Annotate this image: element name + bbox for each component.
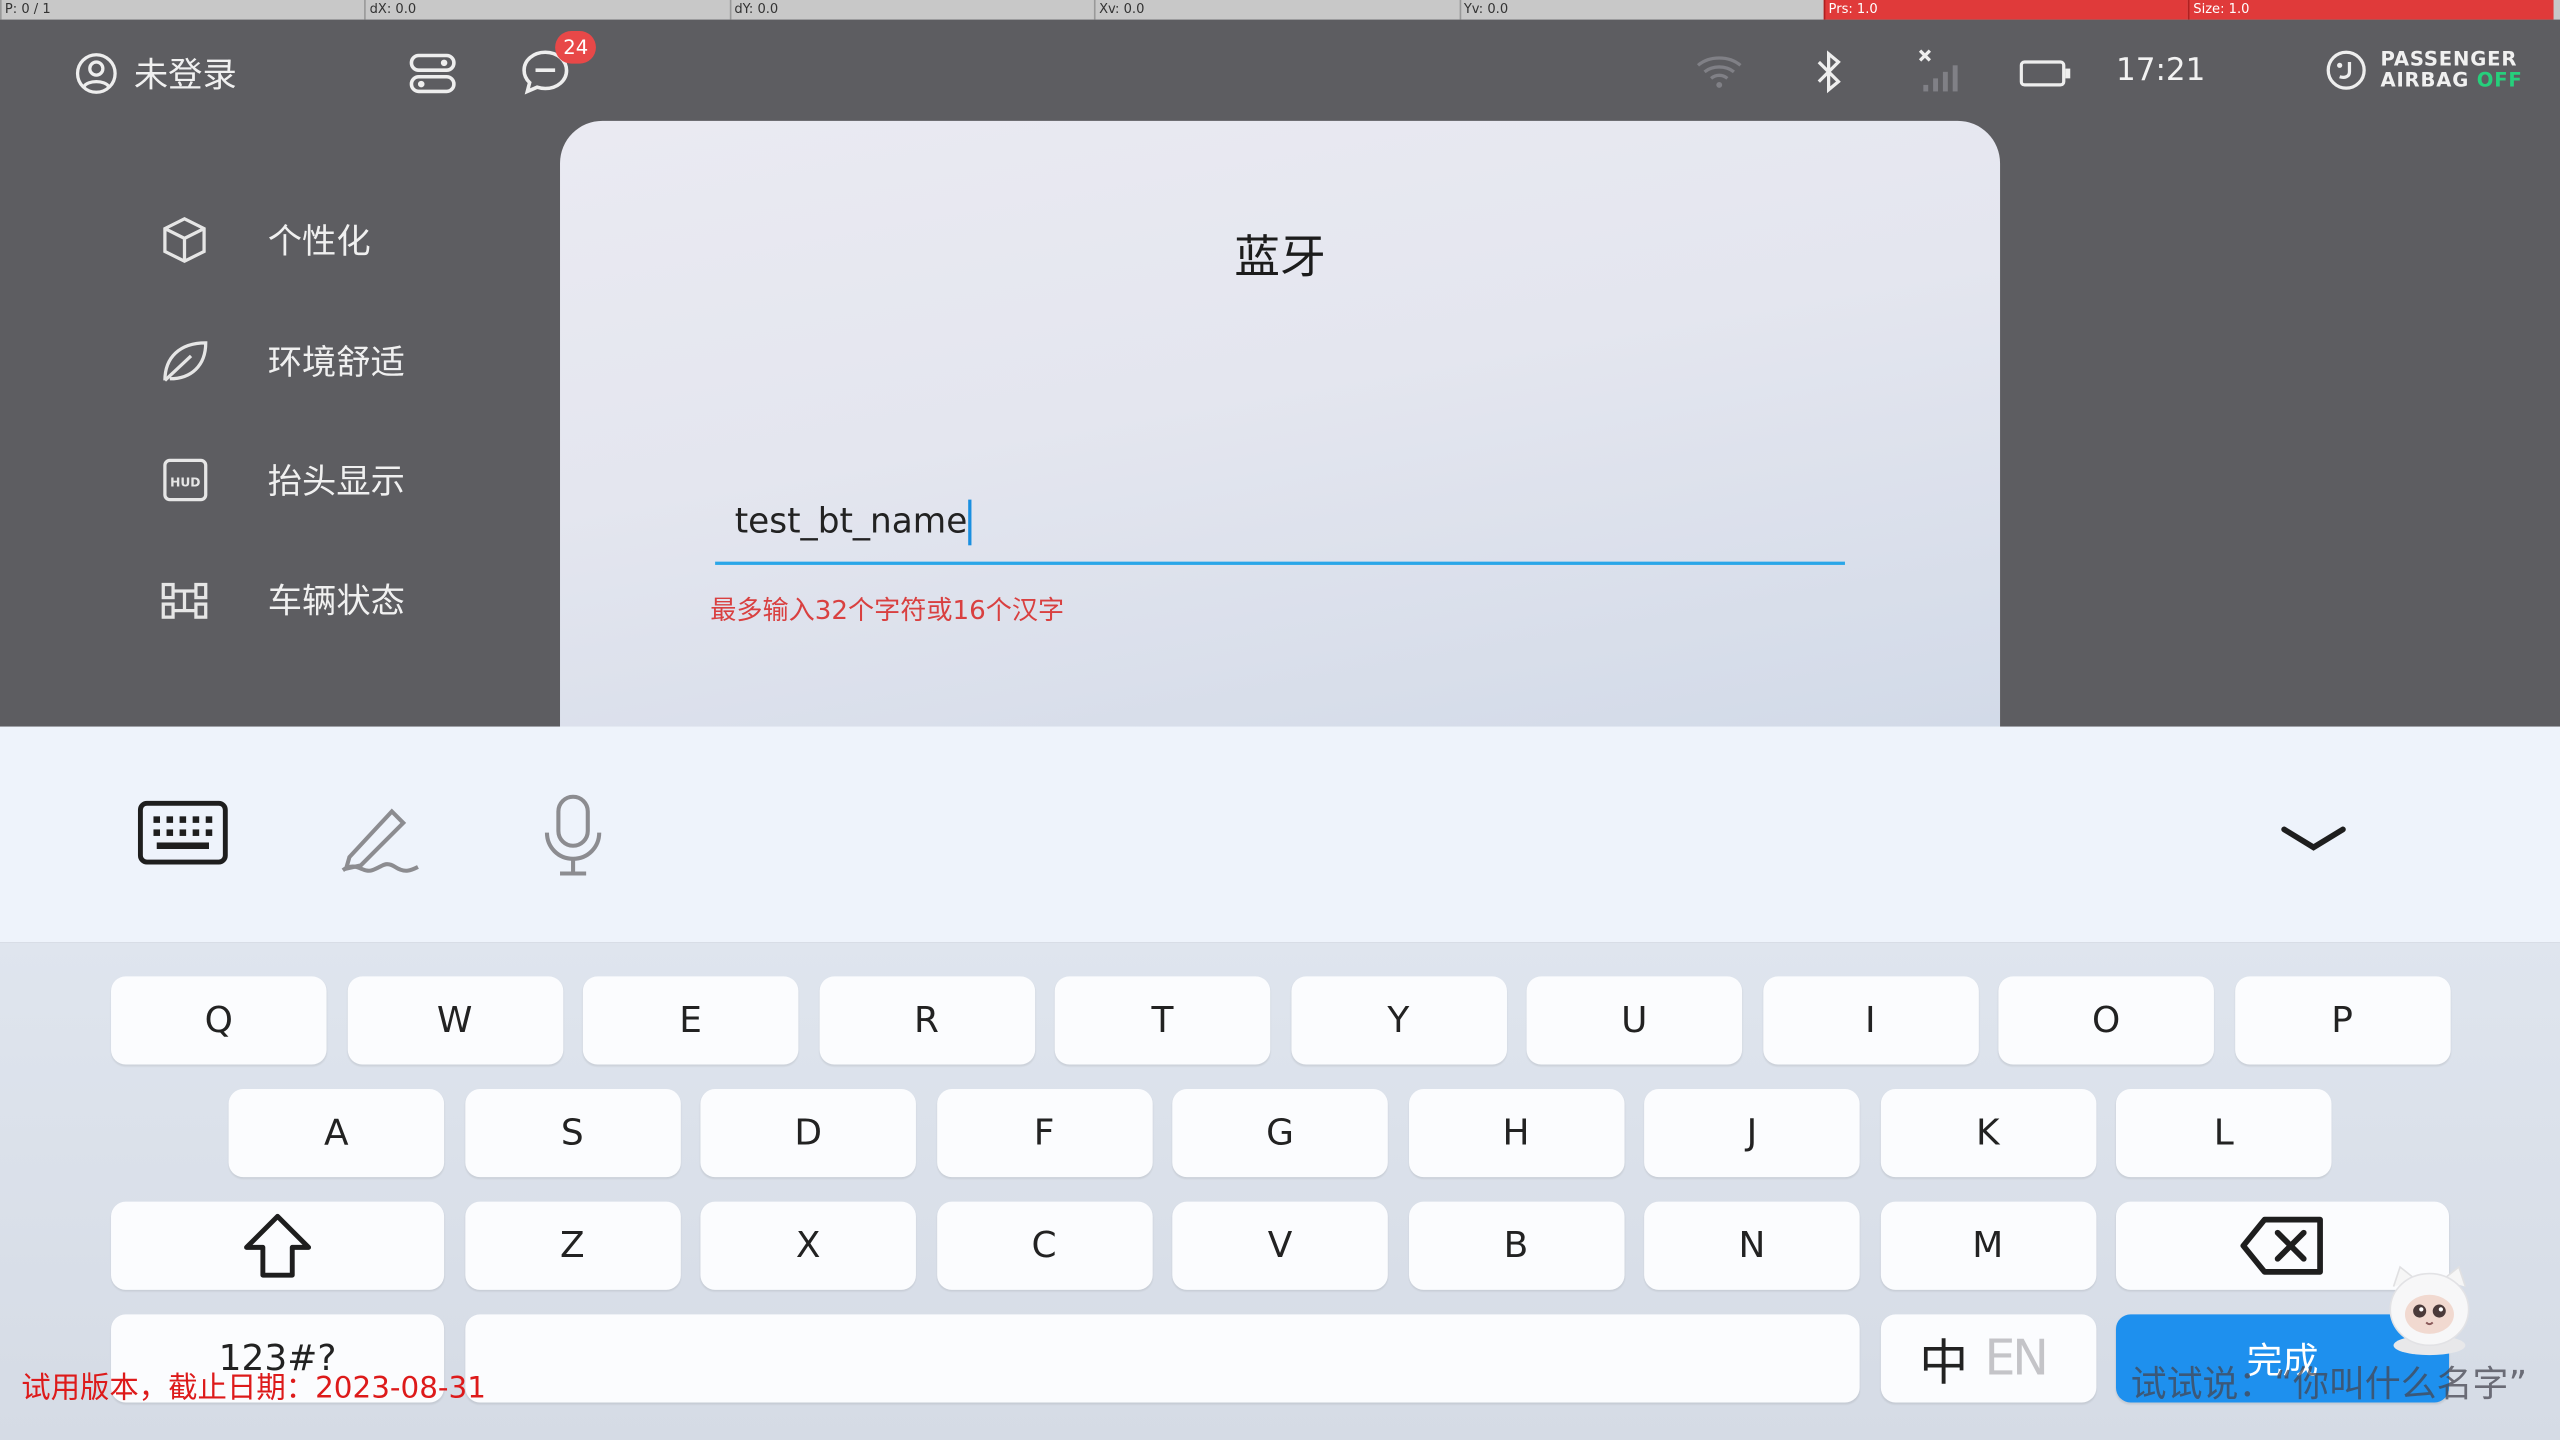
key-f[interactable]: F [936,1089,1152,1178]
key-c[interactable]: C [936,1201,1152,1290]
sidebar-item-label: 抬头显示 [267,462,405,502]
keyboard-toolbar [0,726,2560,943]
cellular-status [1914,46,1966,95]
svg-text:HUD: HUD [170,476,200,490]
debug-size: Size: 1.0 [2188,0,2554,20]
pointer-debug-bar: P: 0 / 1 dX: 0.0 dY: 0.0 Xv: 0.0 Yv: 0.0… [0,0,2560,20]
dialog-title: 蓝牙 [1234,230,1326,285]
key-v[interactable]: V [1172,1201,1388,1290]
bluetooth-icon [1817,50,1841,94]
hud-icon: HUD [163,458,208,502]
login-button[interactable]: 未登录 [75,49,237,98]
bluetooth-status [1812,49,1845,95]
sidebar-item-label: 个性化 [267,222,371,262]
key-y[interactable]: Y [1290,976,1507,1065]
keyboard-icon [137,800,228,865]
clock: 17:21 [2115,52,2206,89]
debug-pressure: Prs: 1.0 [1823,0,2189,20]
shift-icon [244,1213,312,1278]
message-count-badge: 24 [555,31,597,64]
sidebar-item-comfort[interactable]: 环境舒适 [157,335,405,387]
screen: P: 0 / 1 dX: 0.0 dY: 0.0 Xv: 0.0 Yv: 0.0… [0,0,2560,1440]
cube-icon [163,216,206,264]
language-switch-key[interactable]: 中 EN [1880,1314,2096,1403]
handwriting-button[interactable] [336,798,424,883]
airbag-label-line1: PASSENGER [2380,47,2518,71]
airbag-icon [2326,50,2366,90]
debug-dy: dY: 0.0 [729,0,1094,20]
text-cursor [968,499,973,546]
voice-input-button[interactable] [539,792,608,887]
sidebar-item-personalize[interactable]: 个性化 [157,214,371,266]
space-key[interactable] [464,1314,1859,1403]
key-g[interactable]: G [1172,1089,1388,1178]
key-a[interactable]: A [228,1089,445,1178]
debug-xv: Xv: 0.0 [1094,0,1459,20]
control-center-button[interactable] [408,52,457,94]
key-i[interactable]: I [1762,976,1979,1065]
leaf-icon [163,341,208,382]
cat-avatar-icon [2389,1265,2470,1356]
battery-status [2019,59,2072,88]
no-signal-icon [1918,49,1958,92]
input-limit-hint: 最多输入32个字符或16个汉字 [710,594,1065,626]
login-label: 未登录 [133,55,237,95]
sidebar-item-vehicle-status[interactable]: 车辆状态 [157,575,405,624]
key-s[interactable]: S [464,1089,681,1178]
debug-pointer: P: 0 / 1 [0,0,365,20]
key-m[interactable]: M [1880,1201,2096,1290]
wifi-status [1695,52,1744,91]
debug-dx: dX: 0.0 [364,0,730,20]
key-d[interactable]: D [700,1089,916,1178]
lang-label: 中 [1919,1335,1969,1393]
voice-assistant-hint: 试试说：“你叫什么名字” [2130,1364,2528,1406]
key-h[interactable]: H [1408,1089,1624,1178]
key-b[interactable]: B [1408,1201,1624,1290]
user-icon [75,53,117,94]
lang-alt-label: EN [1984,1329,2049,1387]
passenger-airbag-status: PASSENGER AIRBAG OFF [2325,47,2523,92]
airbag-label-line2: AIRBAG [2380,68,2470,92]
sidebar-item-label: 车辆状态 [267,581,405,621]
vehicle-status-icon [161,582,208,619]
voice-assistant-mascot[interactable] [2377,1264,2481,1359]
key-o[interactable]: O [1998,976,2214,1065]
bluetooth-name-input[interactable]: test_bt_name [715,493,1845,565]
key-k[interactable]: K [1880,1089,2096,1178]
sidebar-item-hud[interactable]: HUD 抬头显示 [157,456,405,505]
key-r[interactable]: R [818,976,1035,1065]
key-p[interactable]: P [2234,976,2450,1065]
trial-watermark: 试用版本，截止日期：2023-08-31 [21,1371,486,1406]
bluetooth-name-dialog: 蓝牙 test_bt_name 最多输入32个字符或16个汉字 [560,120,2001,729]
backspace-icon [2240,1216,2323,1275]
pen-icon [341,808,419,873]
key-q[interactable]: Q [111,976,327,1065]
key-l[interactable]: L [2115,1089,2332,1178]
key-z[interactable]: Z [464,1201,681,1290]
key-x[interactable]: X [700,1201,916,1290]
battery-icon [2019,60,2071,87]
key-n[interactable]: N [1644,1201,1860,1290]
airbag-off-label: OFF [2476,68,2523,92]
key-j[interactable]: J [1644,1089,1860,1178]
microphone-icon [544,794,602,876]
debug-yv: Yv: 0.0 [1458,0,1824,20]
wifi-icon [1696,56,1742,88]
input-value: test_bt_name [734,501,968,541]
key-t[interactable]: T [1054,976,1271,1065]
key-w[interactable]: W [346,976,563,1065]
toggles-icon [409,53,456,94]
keyboard-mode-button[interactable] [137,798,228,873]
shift-key[interactable] [111,1201,445,1290]
key-e[interactable]: E [582,976,799,1065]
status-bar: 未登录 24 17:21 PASSENGER AIRBAG OFF [0,20,2560,124]
hide-keyboard-button[interactable] [2279,821,2348,863]
chevron-down-icon [2281,826,2346,851]
sidebar-item-label: 环境舒适 [267,342,405,383]
key-u[interactable]: U [1526,976,1743,1065]
